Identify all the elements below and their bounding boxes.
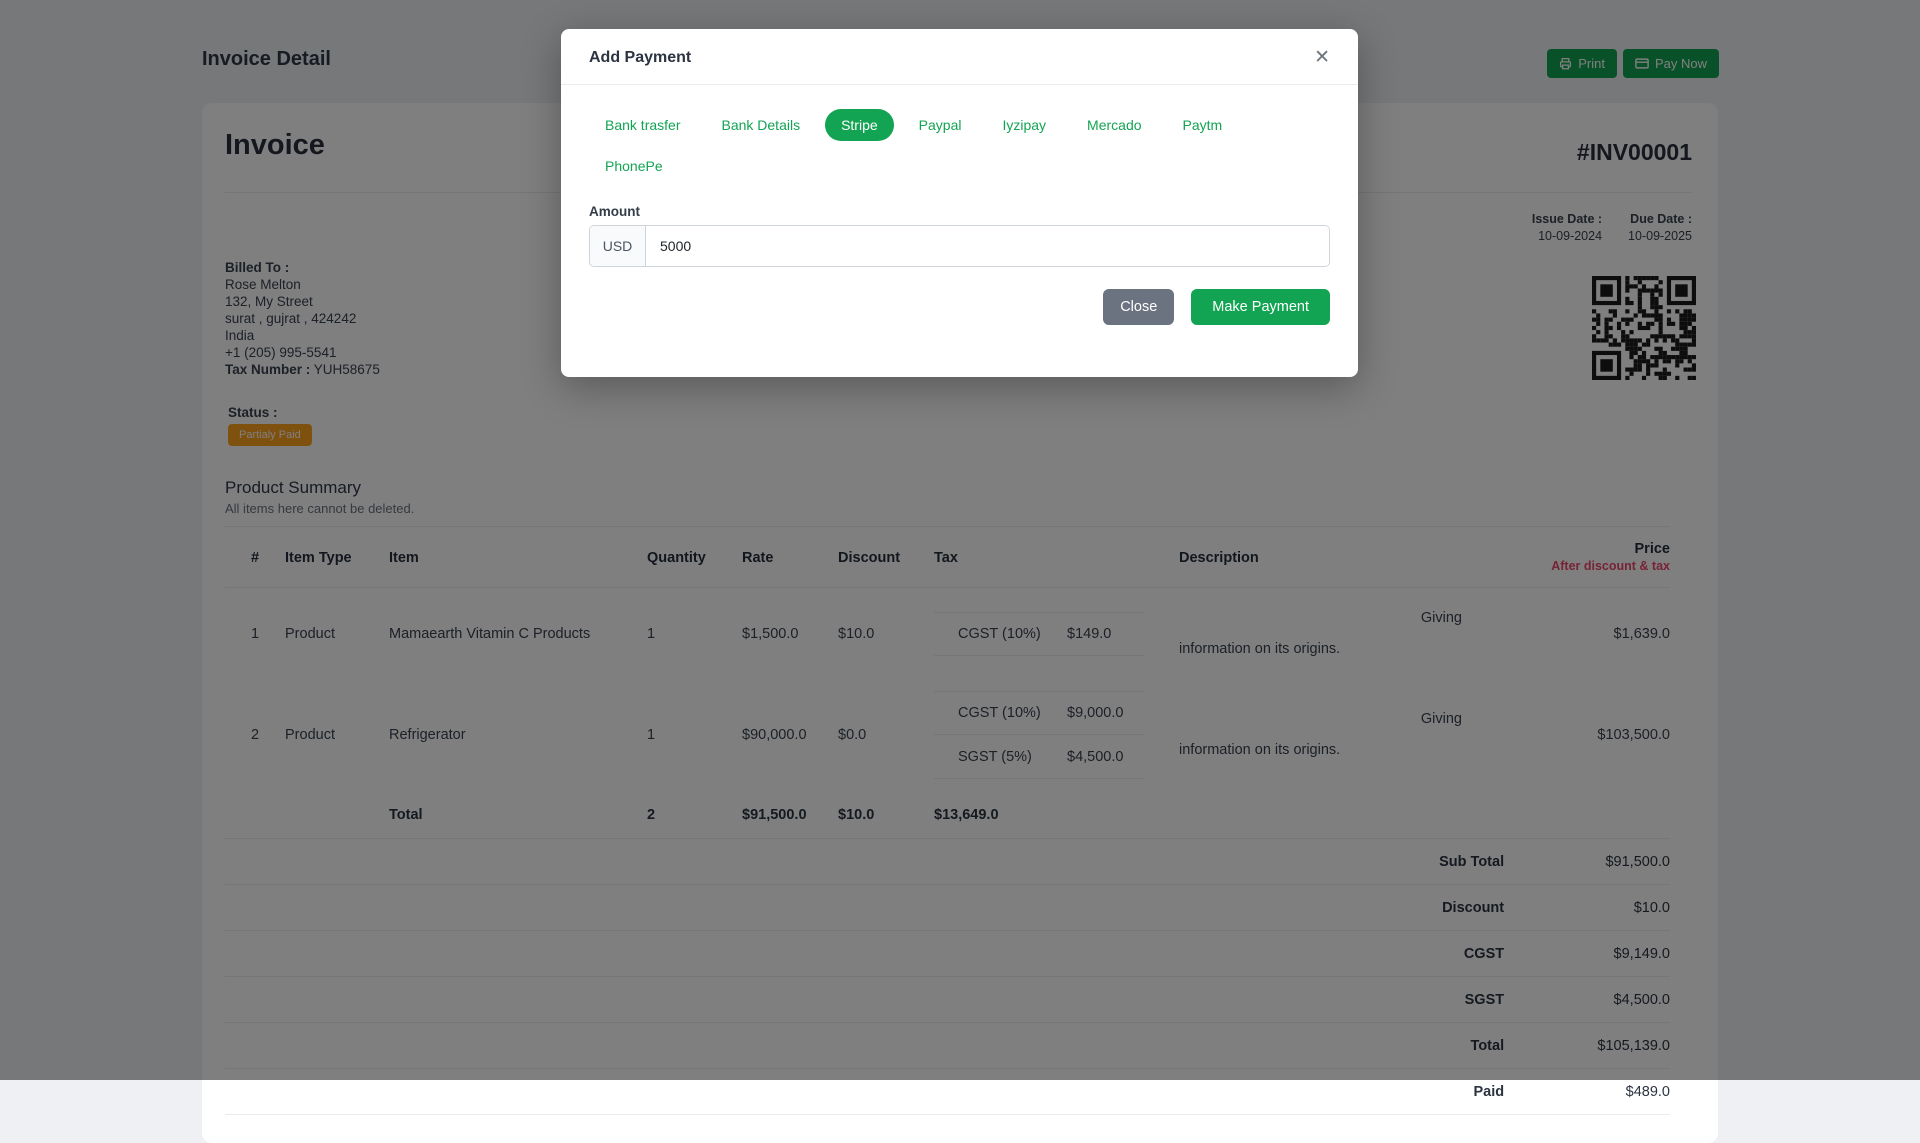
modal-actions: Close Make Payment bbox=[589, 289, 1330, 325]
modal-body: Bank trasfer Bank Details Stripe Paypal … bbox=[561, 85, 1358, 377]
tab-stripe[interactable]: Stripe bbox=[825, 109, 894, 141]
modal-header: Add Payment ✕ bbox=[561, 29, 1358, 85]
currency-prefix: USD bbox=[590, 226, 646, 266]
modal-title: Add Payment bbox=[589, 49, 691, 67]
modal-close-button[interactable]: Close bbox=[1103, 289, 1174, 325]
close-icon[interactable]: ✕ bbox=[1314, 48, 1330, 67]
tab-paytm[interactable]: Paytm bbox=[1167, 109, 1239, 141]
add-payment-modal: Add Payment ✕ Bank trasfer Bank Details … bbox=[561, 29, 1358, 377]
tab-bank-transfer[interactable]: Bank trasfer bbox=[589, 109, 696, 141]
tab-paypal[interactable]: Paypal bbox=[903, 109, 978, 141]
tab-iyzipay[interactable]: Iyzipay bbox=[986, 109, 1062, 141]
amount-input[interactable] bbox=[646, 226, 1329, 266]
tab-phonepe[interactable]: PhonePe bbox=[589, 150, 679, 182]
tab-mercado[interactable]: Mercado bbox=[1071, 109, 1157, 141]
tab-bank-details[interactable]: Bank Details bbox=[705, 109, 816, 141]
amount-input-group: USD bbox=[589, 225, 1330, 267]
payment-method-tabs: Bank trasfer Bank Details Stripe Paypal … bbox=[589, 109, 1330, 182]
make-payment-button[interactable]: Make Payment bbox=[1191, 289, 1330, 325]
amount-label: Amount bbox=[589, 204, 1330, 219]
